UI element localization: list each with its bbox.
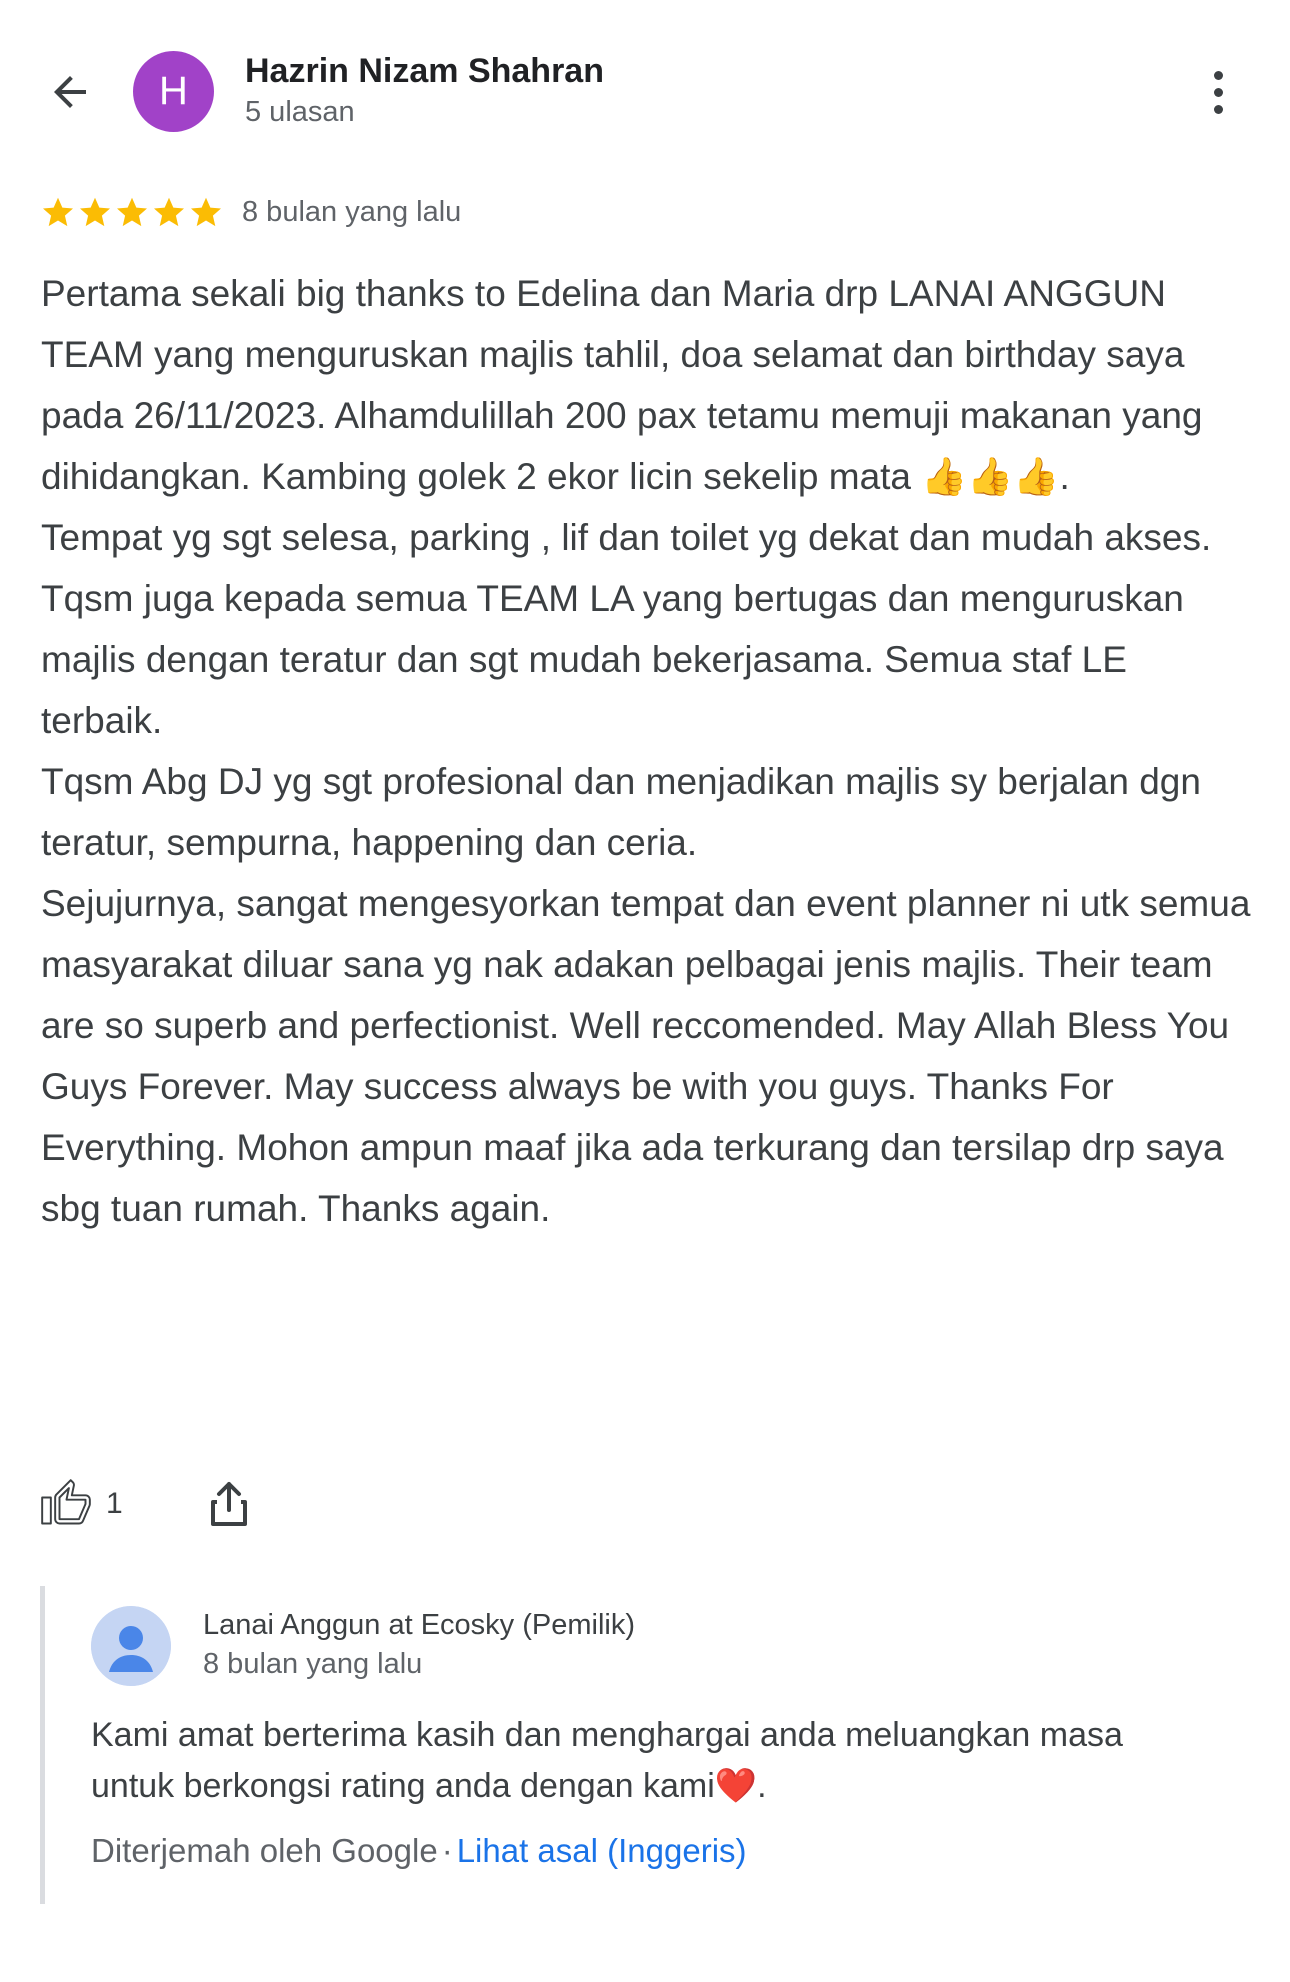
star-icon (117, 197, 147, 227)
star-icon (191, 197, 221, 227)
review-text: Pertama sekali big thanks to Edelina dan… (41, 273, 1251, 1229)
review-actions: 1 (40, 1474, 253, 1534)
owner-name: Lanai Anggun at Ecosky (Pemilik) (203, 1609, 635, 1641)
person-icon (91, 1606, 171, 1686)
view-original-link[interactable]: Lihat asal (Inggeris) (457, 1832, 747, 1869)
thumb-up-icon (41, 1479, 91, 1525)
owner-reply-text: Kami amat berterima kasih dan menghargai… (91, 1716, 1123, 1805)
star-rating (40, 194, 224, 230)
more-vert-icon (1213, 70, 1223, 80)
star-icon (43, 197, 73, 227)
translated-by-label: Diterjemah oleh Google (91, 1832, 438, 1869)
owner-avatar (91, 1606, 171, 1686)
share-button[interactable] (205, 1478, 253, 1530)
more-options-button[interactable] (1188, 62, 1248, 122)
review-count: 5 ulasan (245, 96, 355, 128)
translation-note: Diterjemah oleh Google · Lihat asal (Ingge… (91, 1832, 747, 1870)
star-icon (80, 197, 110, 227)
avatar-letter: H (159, 69, 188, 113)
separator: · (441, 1832, 453, 1869)
rating-row: 8 bulan yang lalu (40, 192, 461, 232)
like-button[interactable]: 1 (40, 1478, 123, 1530)
reviewer-avatar[interactable]: H (133, 51, 214, 132)
owner-reply: Lanai Anggun at Ecosky (Pemilik) 8 bulan… (40, 1586, 1260, 1904)
share-icon (210, 1482, 247, 1526)
review-header: H Hazrin Nizam Shahran 5 ulasan (0, 0, 1290, 180)
arrow-back-icon (54, 76, 86, 108)
like-count: 1 (106, 1487, 123, 1520)
back-button[interactable] (40, 62, 100, 122)
star-icon (154, 197, 184, 227)
reviewer-name[interactable]: Hazrin Nizam Shahran (245, 52, 604, 91)
review-time: 8 bulan yang lalu (242, 195, 462, 228)
owner-reply-time: 8 bulan yang lalu (203, 1648, 423, 1680)
